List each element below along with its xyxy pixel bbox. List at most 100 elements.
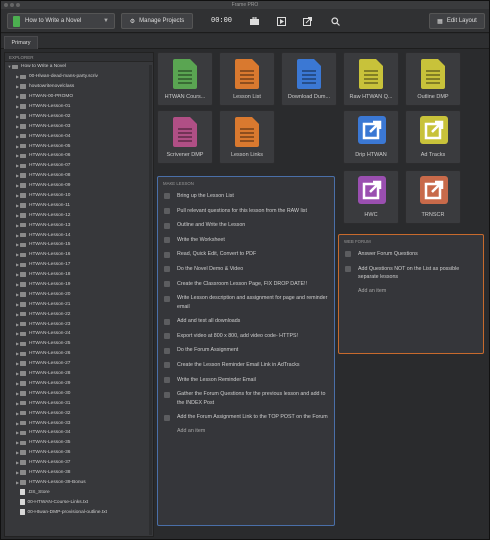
- checkbox[interactable]: [164, 295, 170, 302]
- checklist-item-text[interactable]: Write the Lesson Reminder Email: [177, 376, 256, 385]
- tree-item[interactable]: ▶ HTWAN-Lesson-12: [5, 210, 153, 220]
- tree-item[interactable]: ▶ HTWAN-Lesson-02: [5, 111, 153, 121]
- tree-item[interactable]: ▶ HTWAN-Lesson-32: [5, 408, 153, 418]
- checkbox[interactable]: [164, 280, 170, 287]
- tree-item[interactable]: ▶ HTWAN-Lesson-33: [5, 418, 153, 428]
- tree-item[interactable]: ▶ HTWAN-Lesson-09: [5, 181, 153, 191]
- tree-item[interactable]: ▶ HTWAN-Lesson-25: [5, 339, 153, 349]
- tree-item[interactable]: ▶ HTWAN-Lesson-21: [5, 299, 153, 309]
- tab-primary[interactable]: Primary: [4, 36, 38, 49]
- checkbox[interactable]: [164, 347, 170, 354]
- tree-item[interactable]: ▶ HTWAN-Lesson-29: [5, 379, 153, 389]
- tree-item[interactable]: ▶ HTWAN-Lesson-16: [5, 250, 153, 260]
- checkbox[interactable]: [345, 265, 351, 272]
- minimize-dot[interactable]: [10, 3, 14, 7]
- checklist-item-text[interactable]: Read, Quick Edit, Convert to PDF: [177, 250, 256, 259]
- tree-item[interactable]: ▶ HTWAN-Lesson-06: [5, 151, 153, 161]
- tree-item[interactable]: ▶ HTWAN-Lesson-23: [5, 319, 153, 329]
- tree-item[interactable]: ▶ HTWAN-Lesson-34: [5, 428, 153, 438]
- checkbox[interactable]: [164, 414, 170, 421]
- checklist-item-text[interactable]: Do the Forum Assignment: [177, 346, 238, 355]
- tree-item[interactable]: ▶ HTWAN-Lesson-35: [5, 438, 153, 448]
- tree-item[interactable]: ▶ HTWAN-Lesson-08: [5, 171, 153, 181]
- tree-item[interactable]: ▶ HTWAN-00-PROMO: [5, 92, 153, 102]
- tree-item[interactable]: ▶ HTWAN-Lesson-20: [5, 289, 153, 299]
- checkbox[interactable]: [164, 207, 170, 214]
- tree-item[interactable]: ▶ HTWAN-Lesson-24: [5, 329, 153, 339]
- external-link-icon[interactable]: [299, 13, 315, 29]
- tree-item[interactable]: ▶ HTWAN-Lesson-07: [5, 161, 153, 171]
- tree-item[interactable]: 00-Htwan-DMP-provisional-outline.txt: [5, 507, 153, 517]
- project-selector[interactable]: How to Write a Novel ▼: [7, 13, 115, 29]
- tree-item[interactable]: ▶ HTWAN-Lesson-38: [5, 468, 153, 478]
- checklist-item-text[interactable]: Create the Classroom Lesson Page, FIX DR…: [177, 280, 307, 289]
- tree-item[interactable]: ▶ HTWAN-Lesson-39-Bonus: [5, 477, 153, 487]
- card-drip-htwan[interactable]: Drip HTWAN: [343, 110, 399, 164]
- tree-item[interactable]: ▶ HTWAN-Lesson-22: [5, 309, 153, 319]
- tree-item[interactable]: ▶ HTWAN-Lesson-27: [5, 359, 153, 369]
- card-raw-htwan-q[interactable]: Raw HTWAN Q...: [343, 52, 399, 106]
- tree-item[interactable]: ▶ HTWAN-Lesson-05: [5, 141, 153, 151]
- tree-item[interactable]: ▶ HTWAN-Lesson-15: [5, 240, 153, 250]
- tree-item[interactable]: ▶ 00-Hlwan-dead-mans-party.scriv: [5, 72, 153, 82]
- checklist-item-text[interactable]: Do the Novel Demo & Video: [177, 265, 243, 274]
- checkbox[interactable]: [164, 193, 170, 200]
- tree-item[interactable]: ▶ HTWAN-Lesson-03: [5, 121, 153, 131]
- tree-item[interactable]: ▶ HTWAN-Lesson-37: [5, 458, 153, 468]
- search-icon[interactable]: [327, 13, 343, 29]
- tree-item[interactable]: 00-HTWAN-Course-Links.txt: [5, 497, 153, 507]
- tree-item[interactable]: ▶ HTWAN-Lesson-31: [5, 398, 153, 408]
- tree-item[interactable]: ▶ HTWAN-Lesson-17: [5, 260, 153, 270]
- checkbox[interactable]: [164, 377, 170, 384]
- tree-item[interactable]: .DS_Store: [5, 487, 153, 497]
- card-hwc[interactable]: HWC: [343, 170, 399, 224]
- tree-item[interactable]: ▶ HTWAN-Lesson-10: [5, 191, 153, 201]
- checkbox[interactable]: [164, 333, 170, 340]
- tree-item[interactable]: ▶ HTWAN-Lesson-30: [5, 388, 153, 398]
- tree-item[interactable]: ▶ HTWAN-Lesson-26: [5, 349, 153, 359]
- card-download-dum[interactable]: Download Dum...: [281, 52, 337, 106]
- briefcase-icon[interactable]: [246, 13, 262, 29]
- tree-item[interactable]: ▶ HTWAN-Lesson-14: [5, 230, 153, 240]
- manage-projects-button[interactable]: ⚙ Manage Projects: [121, 13, 193, 29]
- add-item-button[interactable]: Add an item: [158, 428, 334, 434]
- checklist-item-text[interactable]: Export video at 800 x 800, add video cod…: [177, 332, 298, 341]
- checkbox[interactable]: [345, 251, 351, 258]
- card-ad-tracks[interactable]: Ad Tracks: [405, 110, 461, 164]
- tree-item[interactable]: ▶ howtowritenovelclass: [5, 82, 153, 92]
- tree-root[interactable]: ▼ How to Write a Novel: [5, 62, 153, 72]
- checklist-item-text[interactable]: Add and test all downloads: [177, 317, 240, 326]
- card-lesson-list[interactable]: Lesson List: [219, 52, 275, 106]
- checklist-item-text[interactable]: Outline and Write the Lesson: [177, 221, 245, 230]
- checkbox[interactable]: [164, 266, 170, 273]
- card-outline-dmp[interactable]: Outline DMP: [405, 52, 461, 106]
- checkbox[interactable]: [164, 362, 170, 369]
- card-scrivener-dmp[interactable]: Scrivener DMP: [157, 110, 213, 164]
- tree-item[interactable]: ▶ HTWAN-Lesson-28: [5, 369, 153, 379]
- tree-item[interactable]: ▶ HTWAN-Lesson-36: [5, 448, 153, 458]
- zoom-dot[interactable]: [16, 3, 20, 7]
- checkbox[interactable]: [164, 251, 170, 258]
- tree-item[interactable]: ▶ HTWAN-Lesson-11: [5, 200, 153, 210]
- tree-item[interactable]: ▶ HTWAN-Lesson-19: [5, 280, 153, 290]
- checklist-item-text[interactable]: Add Questions NOT on the List as possibl…: [358, 265, 477, 282]
- forum-add-item-button[interactable]: Add an item: [339, 288, 483, 294]
- checklist-item-text[interactable]: Bring up the Lesson List: [177, 192, 234, 201]
- checklist-item-text[interactable]: Pull relevant questions for this lesson …: [177, 207, 307, 216]
- tree-item[interactable]: ▶ HTWAN-Lesson-18: [5, 270, 153, 280]
- tree-item[interactable]: ▶ HTWAN-Lesson-13: [5, 220, 153, 230]
- checkbox[interactable]: [164, 222, 170, 229]
- card-trnscr[interactable]: TRNSCR: [405, 170, 461, 224]
- checklist-item-text[interactable]: Write the Worksheet: [177, 236, 225, 245]
- checklist-item-text[interactable]: Create the Lesson Reminder Email Link in…: [177, 361, 300, 370]
- sidebar-scrollbar[interactable]: [149, 65, 152, 535]
- edit-layout-button[interactable]: ▦ Edit Layout: [429, 13, 485, 29]
- checklist-item-text[interactable]: Gather the Forum Questions for the previ…: [177, 390, 328, 407]
- window-controls[interactable]: [4, 3, 20, 7]
- checkbox[interactable]: [164, 318, 170, 325]
- checkbox[interactable]: [164, 391, 170, 398]
- tree-item[interactable]: ▶ HTWAN-Lesson-04: [5, 131, 153, 141]
- close-dot[interactable]: [4, 3, 8, 7]
- checkbox[interactable]: [164, 237, 170, 244]
- tree-item[interactable]: ▶ HTWAN-Lesson-01: [5, 102, 153, 112]
